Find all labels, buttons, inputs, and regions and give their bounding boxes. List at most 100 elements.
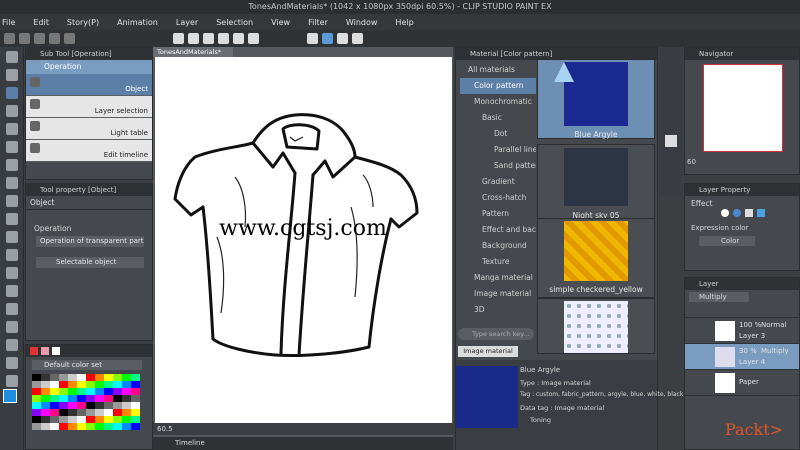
navigator-zoom[interactable]: 60 — [687, 158, 696, 166]
timeline-tab[interactable]: Timeline — [153, 437, 453, 450]
palette-swatch[interactable] — [104, 388, 113, 395]
palette-swatch[interactable] — [59, 395, 68, 402]
palette-swatch[interactable] — [50, 416, 59, 423]
lasso-icon[interactable] — [6, 141, 18, 153]
palette-swatch[interactable] — [104, 381, 113, 388]
snap-icon[interactable] — [307, 33, 318, 44]
grid-icon[interactable] — [337, 33, 348, 44]
palette-swatch[interactable] — [68, 381, 77, 388]
eyedropper-icon[interactable] — [6, 159, 18, 171]
palette-swatch[interactable] — [113, 409, 122, 416]
operation-icon[interactable] — [6, 87, 18, 99]
palette-swatch[interactable] — [32, 388, 41, 395]
palette-swatch[interactable] — [86, 381, 95, 388]
palette-swatch[interactable] — [68, 423, 77, 430]
thumb-floral[interactable] — [537, 298, 655, 354]
move-icon[interactable] — [6, 105, 18, 117]
tree-dot[interactable]: Dot — [460, 126, 536, 142]
subtool-item-edit-timeline[interactable]: Edit timeline — [26, 140, 152, 162]
pen-tool-icon[interactable] — [6, 177, 18, 189]
palette-swatch[interactable] — [122, 381, 131, 388]
palette-swatch[interactable] — [95, 423, 104, 430]
menu-file[interactable]: File — [0, 18, 24, 27]
tree-manga-material[interactable]: Manga material — [460, 270, 536, 286]
palette-swatch[interactable] — [122, 402, 131, 409]
palette-swatch[interactable] — [104, 423, 113, 430]
palette-swatch[interactable] — [113, 381, 122, 388]
palette-swatch[interactable] — [122, 409, 131, 416]
palette-swatch[interactable] — [68, 402, 77, 409]
material-search-input[interactable]: Type search key... — [458, 328, 534, 340]
subtool-item-layer-selection[interactable]: Layer selection — [26, 96, 152, 118]
palette-swatch[interactable] — [32, 423, 41, 430]
toning-checkbox[interactable]: Toning — [520, 416, 551, 424]
color-set-tab-icon[interactable] — [52, 347, 60, 355]
gradient-icon[interactable] — [6, 321, 18, 333]
menu-edit[interactable]: Edit — [24, 18, 58, 27]
tree-all-materials[interactable]: All materials — [460, 62, 536, 78]
palette-swatch[interactable] — [104, 395, 113, 402]
layer-row-4[interactable]: 30 % Multiply Layer 4 — [685, 344, 799, 370]
undo-icon[interactable] — [49, 33, 60, 44]
palette-swatch[interactable] — [77, 374, 86, 381]
decoration-icon[interactable] — [6, 249, 18, 261]
menu-selection[interactable]: Selection — [207, 18, 262, 27]
pen-icon[interactable] — [352, 33, 363, 44]
palette-swatch[interactable] — [32, 395, 41, 402]
palette-swatch[interactable] — [59, 374, 68, 381]
palette-swatch[interactable] — [32, 409, 41, 416]
zoom-icon[interactable] — [6, 51, 18, 63]
tree-sand-pattern[interactable]: Sand pattern — [460, 158, 536, 174]
menu-view[interactable]: View — [262, 18, 299, 27]
fill-icon[interactable] — [188, 33, 199, 44]
palette-swatch[interactable] — [122, 395, 131, 402]
eraser-icon[interactable] — [6, 267, 18, 279]
palette-swatch[interactable] — [113, 402, 122, 409]
text-icon[interactable] — [6, 357, 18, 369]
canvas[interactable]: www.cgtsj.com — [155, 57, 452, 423]
canvas-tab[interactable]: TonesAndMaterials* — [153, 47, 233, 57]
tree-image-material[interactable]: Image material — [460, 286, 536, 302]
tree-pattern[interactable]: Pattern — [460, 206, 536, 222]
palette-swatch[interactable] — [59, 381, 68, 388]
palette-swatch[interactable] — [131, 388, 140, 395]
palette-swatch[interactable] — [95, 402, 104, 409]
tree-effect[interactable]: Effect and background — [460, 222, 536, 238]
tree-basic[interactable]: Basic — [460, 110, 536, 126]
save-icon[interactable] — [34, 33, 45, 44]
tree-3d[interactable]: 3D — [460, 302, 536, 318]
new-icon[interactable] — [4, 33, 15, 44]
palette-swatch[interactable] — [50, 374, 59, 381]
select-icon[interactable] — [6, 123, 18, 135]
effect-icon-4[interactable] — [757, 209, 765, 217]
palette-swatch[interactable] — [59, 388, 68, 395]
palette-swatch[interactable] — [50, 388, 59, 395]
palette-swatch[interactable] — [104, 416, 113, 423]
palette-swatch[interactable] — [95, 395, 104, 402]
palette-swatch[interactable] — [68, 395, 77, 402]
palette-swatch[interactable] — [95, 374, 104, 381]
palette-swatch[interactable] — [50, 423, 59, 430]
main-color-swatch[interactable] — [3, 389, 17, 403]
palette-swatch[interactable] — [122, 374, 131, 381]
palette-swatch[interactable] — [104, 374, 113, 381]
crop-icon[interactable] — [233, 33, 244, 44]
tree-background[interactable]: Background — [460, 238, 536, 254]
effect-icon-1[interactable] — [721, 209, 729, 217]
pencil-icon[interactable] — [6, 195, 18, 207]
palette-swatch[interactable] — [41, 409, 50, 416]
material-tag-chip[interactable]: Image material — [458, 346, 518, 357]
tree-monochromatic[interactable]: Monochromatic — [460, 94, 536, 110]
palette-swatch[interactable] — [41, 395, 50, 402]
transparent-part-dropdown[interactable]: Operation of transparent part — [36, 236, 144, 247]
blend-icon[interactable] — [6, 285, 18, 297]
palette-swatch[interactable] — [77, 416, 86, 423]
brush-icon[interactable] — [6, 213, 18, 225]
tree-color-pattern[interactable]: Color pattern — [460, 78, 536, 94]
open-icon[interactable] — [19, 33, 30, 44]
palette-swatch[interactable] — [104, 409, 113, 416]
subtool-item-object[interactable]: Object — [26, 74, 152, 96]
palette-swatch[interactable] — [77, 388, 86, 395]
palette-swatch[interactable] — [131, 423, 140, 430]
tool-property-tab[interactable]: Tool property [Object] — [26, 184, 152, 196]
